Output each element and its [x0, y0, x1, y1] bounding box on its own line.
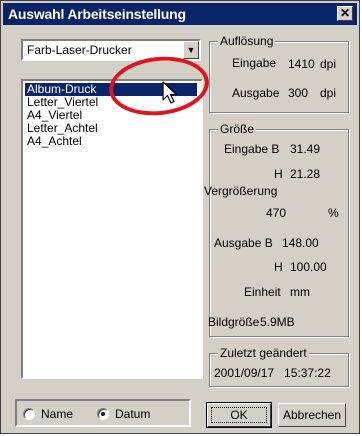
- settings-listbox[interactable]: Album-Druck Letter_Viertel A4_Viertel Le…: [21, 79, 203, 379]
- zoom-label: Vergrößerung: [204, 184, 278, 198]
- last-changed-label: Zuletzt geändert: [218, 346, 309, 360]
- output-width-value: 148.00: [282, 236, 319, 250]
- close-button[interactable]: ✕: [337, 6, 353, 21]
- input-height-label: H: [274, 167, 283, 181]
- input-width-label: Eingabe B: [224, 142, 280, 156]
- sort-date-radio[interactable]: [97, 408, 109, 420]
- printer-dropdown-value: Farb-Laser-Drucker: [27, 43, 132, 57]
- sort-radio-group: Name Datum: [15, 399, 191, 427]
- resolution-input-value: 1410: [288, 57, 315, 71]
- input-width-value: 31.49: [290, 142, 321, 156]
- last-changed-group: Zuletzt geändert 2001/09/17 15:37:22: [209, 346, 349, 387]
- output-height-label: H: [274, 260, 283, 274]
- resolution-output-unit: dpi: [320, 86, 337, 100]
- unit-label: Einheit: [244, 285, 281, 299]
- ok-button[interactable]: OK: [206, 402, 272, 428]
- dialog-window: Auswahl Arbeitseinstellung ✕ Farb-Laser-…: [0, 0, 360, 434]
- size-group: Größe Eingabe B 31.49 H 21.28 Vergrößeru…: [204, 122, 349, 337]
- resolution-group-label: Auflösung: [218, 34, 276, 48]
- radio-selected-dot: [101, 412, 105, 416]
- zoom-value: 470: [266, 206, 287, 220]
- last-changed-value: 2001/09/17 15:37:22: [214, 366, 331, 380]
- resolution-input-unit: dpi: [320, 57, 337, 71]
- chevron-down-icon[interactable]: ▼: [183, 41, 199, 59]
- resolution-group: Auflösung Eingabe 1410 dpi Ausgabe 300 d…: [209, 34, 349, 113]
- sort-name-radio[interactable]: [23, 408, 35, 420]
- output-width-label: Ausgabe B: [214, 236, 273, 250]
- sort-date-label[interactable]: Datum: [115, 407, 150, 421]
- cancel-button[interactable]: Abbrechen: [278, 403, 346, 427]
- list-item-a4-achtel[interactable]: A4_Achtel: [25, 135, 84, 148]
- unit-value: mm: [290, 285, 310, 299]
- sort-name-label[interactable]: Name: [41, 407, 73, 421]
- resolution-input-label: Eingabe: [232, 56, 277, 70]
- window-title: Auswahl Arbeitseinstellung: [8, 6, 186, 22]
- ok-button-label: OK: [211, 407, 267, 423]
- input-height-value: 21.28: [290, 167, 321, 181]
- resolution-output-label: Ausgabe: [232, 86, 280, 100]
- output-height-value: 100.00: [290, 260, 327, 274]
- resolution-output-value: 300: [288, 86, 309, 100]
- size-group-label: Größe: [218, 122, 257, 136]
- close-icon: ✕: [339, 6, 351, 20]
- image-size-value: 5.9MB: [260, 315, 295, 329]
- mouse-cursor-icon: [162, 81, 178, 104]
- title-bar[interactable]: Auswahl Arbeitseinstellung ✕: [3, 3, 357, 25]
- image-size-label: Bildgröße: [208, 315, 260, 329]
- zoom-unit: %: [328, 206, 339, 220]
